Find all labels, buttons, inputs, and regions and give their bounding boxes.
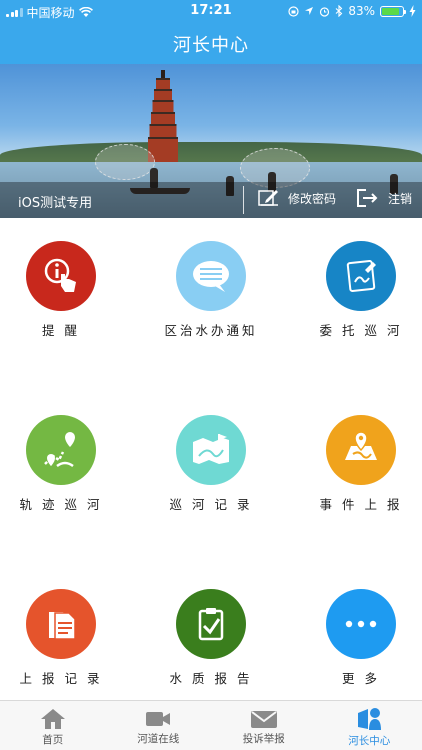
banner-divider <box>243 186 244 214</box>
tile-track-patrol-label: 轨 迹 巡 河 <box>19 497 103 512</box>
tile-event-report-label: 事 件 上 报 <box>319 497 403 512</box>
video-icon <box>146 712 171 726</box>
status-right: 83% <box>288 4 416 18</box>
patrol-record-icon <box>176 415 246 485</box>
edit-password-icon <box>258 190 278 206</box>
reminder-icon <box>26 241 96 311</box>
tile-delegate-patrol-label: 委 托 巡 河 <box>319 323 403 338</box>
tile-event-report[interactable]: 事 件 上 报 <box>291 415 422 513</box>
logout-icon <box>357 189 378 207</box>
report-record-icon <box>26 589 96 659</box>
app-root: 中国移动 17:21 83% 河长中心 iOS测试专用 修改密码 注销 提 醒 … <box>0 0 422 750</box>
delegate-icon <box>326 241 396 311</box>
pagoda-image <box>148 70 178 162</box>
tile-report-record-label: 上 报 记 录 <box>19 671 103 686</box>
orientation-lock-icon <box>288 5 299 17</box>
tile-report-record[interactable]: 上 报 记 录 <box>0 589 131 687</box>
water-quality-icon <box>176 589 246 659</box>
person-badge-icon <box>358 708 382 730</box>
battery-level <box>382 7 399 15</box>
tab-complaint[interactable]: 投诉举报 <box>211 701 317 750</box>
tile-district-notice-label: 区治水办通知 <box>164 323 258 338</box>
status-bar: 中国移动 17:21 83% <box>0 0 422 22</box>
user-name: iOS测试专用 <box>18 196 93 211</box>
logout-label: 注销 <box>388 191 413 206</box>
tile-patrol-record-label: 巡 河 记 录 <box>169 497 253 512</box>
tile-reminder[interactable]: 提 醒 <box>0 241 131 339</box>
tab-home[interactable]: 首页 <box>0 701 106 750</box>
page-title: 河长中心 <box>173 35 249 56</box>
location-icon <box>305 7 314 15</box>
mail-icon <box>250 711 277 728</box>
bluetooth-icon <box>335 5 343 17</box>
tile-delegate-patrol[interactable]: 委 托 巡 河 <box>291 241 422 339</box>
tile-more[interactable]: 更 多 <box>291 589 422 687</box>
tile-more-label: 更 多 <box>342 671 380 686</box>
tab-river-online[interactable]: 河道在线 <box>106 701 212 750</box>
logout-button[interactable]: 注销 <box>356 188 412 208</box>
charging-icon <box>409 5 416 17</box>
alarm-icon <box>320 6 330 17</box>
message-icon <box>176 241 246 311</box>
tile-water-quality-label: 水 质 报 告 <box>169 671 253 686</box>
battery-icon <box>380 5 406 17</box>
tile-track-patrol[interactable]: 轨 迹 巡 河 <box>0 415 131 513</box>
function-grid: 提 醒 区治水办通知 委 托 巡 河 轨 迹 巡 河 巡 河 记 录 事 件 上… <box>0 218 422 700</box>
tile-patrol-record[interactable]: 巡 河 记 录 <box>141 415 281 513</box>
event-report-icon <box>326 415 396 485</box>
change-password-button[interactable]: 修改密码 <box>258 188 336 208</box>
more-icon <box>326 589 396 659</box>
fishing-net-image <box>95 144 155 180</box>
navigation-bar: 中国移动 17:21 83% 河长中心 <box>0 0 422 64</box>
tab-river-chief-center-label: 河长中心 <box>348 735 391 747</box>
battery-percent: 83% <box>348 4 375 18</box>
tab-bar: 首页 河道在线 投诉举报 河长中心 <box>0 700 422 750</box>
tile-water-quality[interactable]: 水 质 报 告 <box>141 589 281 687</box>
tab-river-online-label: 河道在线 <box>137 733 180 745</box>
change-password-label: 修改密码 <box>288 191 337 206</box>
tab-complaint-label: 投诉举报 <box>242 733 285 745</box>
track-icon <box>26 415 96 485</box>
tab-river-chief-center[interactable]: 河长中心 <box>317 701 422 750</box>
banner-image: iOS测试专用 修改密码 注销 <box>0 64 422 218</box>
banner-overlay: iOS测试专用 修改密码 注销 <box>0 182 422 218</box>
home-icon <box>40 709 65 729</box>
tab-home-label: 首页 <box>42 734 64 746</box>
banner-trees <box>0 142 422 164</box>
tile-district-notice[interactable]: 区治水办通知 <box>141 241 281 339</box>
tile-reminder-label: 提 醒 <box>42 323 80 338</box>
